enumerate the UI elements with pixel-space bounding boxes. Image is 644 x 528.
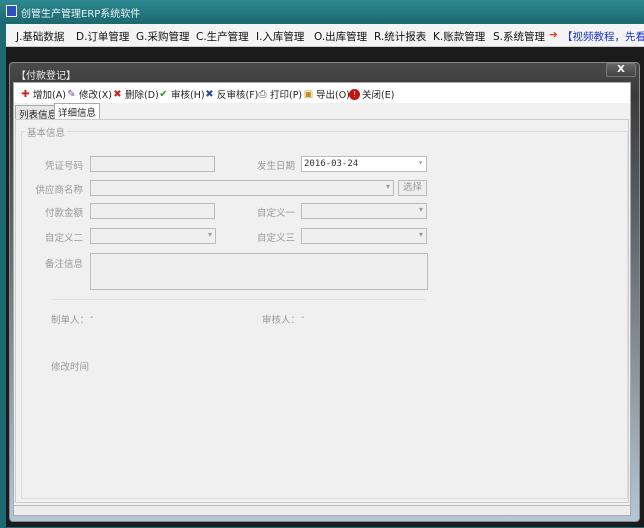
status-bar bbox=[14, 505, 630, 515]
custom2-select[interactable] bbox=[90, 228, 216, 244]
creator-label: 制单人： bbox=[51, 312, 89, 326]
menu-reports[interactable]: R.统计报表 bbox=[374, 29, 426, 44]
audit-label: 审核(H) bbox=[171, 87, 205, 101]
menu-video-tutorial[interactable]: 【视频教程，先看再 bbox=[562, 29, 644, 44]
app-icon bbox=[6, 5, 17, 17]
voucher-label: 凭证号码 bbox=[30, 158, 83, 172]
add-button[interactable]: ✚增加(A) bbox=[20, 87, 66, 101]
amount-label: 付款金额 bbox=[30, 205, 83, 219]
export-icon: ▣ bbox=[303, 89, 314, 100]
menu-bar: J.基础数据 D.订单管理 G.采购管理 C.生产管理 I.入库管理 O.出库管… bbox=[6, 24, 644, 47]
edit-label: 修改(X) bbox=[79, 87, 112, 101]
export-label: 导出(O) bbox=[316, 87, 350, 101]
modified-time-label: 修改时间 bbox=[51, 359, 89, 373]
delete-icon: ✖ bbox=[112, 89, 123, 100]
dialog-close-button[interactable]: X bbox=[606, 63, 636, 77]
add-label: 增加(A) bbox=[33, 87, 66, 101]
custom3-label: 自定义三 bbox=[250, 230, 295, 244]
menu-inbound[interactable]: I.入库管理 bbox=[256, 29, 304, 44]
close-label: 关闭(E) bbox=[362, 87, 394, 101]
close-icon: ! bbox=[349, 89, 360, 100]
custom1-select[interactable] bbox=[301, 203, 427, 219]
toolbar: ✚增加(A) ✎修改(X) ✖删除(D) ✔审核(H) ✖反审核(F) ⎙打印(… bbox=[14, 83, 630, 103]
delete-label: 删除(D) bbox=[125, 87, 159, 101]
print-icon: ⎙ bbox=[257, 89, 268, 100]
title-bar: 创管生产管理ERP系统软件 bbox=[0, 0, 644, 23]
dialog-title: 【付款登记】 bbox=[16, 67, 76, 82]
amount-input[interactable] bbox=[90, 203, 215, 219]
select-supplier-button[interactable]: 选择 bbox=[398, 180, 427, 196]
close-button[interactable]: !关闭(E) bbox=[349, 87, 394, 101]
uncheck-icon: ✖ bbox=[204, 89, 215, 100]
voucher-input[interactable] bbox=[90, 156, 215, 172]
unaudit-button[interactable]: ✖反审核(F) bbox=[204, 87, 258, 101]
menu-system[interactable]: S.系统管理 bbox=[493, 29, 545, 44]
auditor-label: 审核人： bbox=[262, 312, 300, 326]
arrow-icon: ➜ bbox=[549, 29, 558, 41]
date-label: 发生日期 bbox=[250, 158, 295, 172]
edit-icon: ✎ bbox=[66, 89, 77, 100]
auditor-value: - bbox=[301, 312, 304, 323]
tab-detail-info[interactable]: 详细信息 bbox=[54, 103, 100, 120]
custom3-select[interactable] bbox=[301, 228, 427, 244]
add-icon: ✚ bbox=[20, 89, 31, 100]
menu-production[interactable]: C.生产管理 bbox=[196, 29, 249, 44]
date-value: 2016-03-24 bbox=[304, 159, 358, 169]
menu-purchase[interactable]: G.采购管理 bbox=[136, 29, 189, 44]
menu-orders[interactable]: D.订单管理 bbox=[76, 29, 129, 44]
export-button[interactable]: ▣导出(O) bbox=[303, 87, 350, 101]
edit-button[interactable]: ✎修改(X) bbox=[66, 87, 112, 101]
date-picker[interactable]: 2016-03-24 bbox=[301, 156, 427, 172]
app-title: 创管生产管理ERP系统软件 bbox=[21, 5, 140, 20]
memo-textarea[interactable] bbox=[90, 253, 428, 290]
print-button[interactable]: ⎙打印(P) bbox=[257, 87, 302, 101]
custom2-label: 自定义二 bbox=[30, 230, 83, 244]
delete-button[interactable]: ✖删除(D) bbox=[112, 87, 159, 101]
print-label: 打印(P) bbox=[270, 87, 302, 101]
custom1-label: 自定义一 bbox=[250, 205, 295, 219]
unaudit-label: 反审核(F) bbox=[217, 87, 258, 101]
supplier-select[interactable] bbox=[90, 180, 394, 196]
creator-value: - bbox=[90, 312, 93, 323]
divider bbox=[51, 299, 426, 300]
audit-button[interactable]: ✔审核(H) bbox=[158, 87, 205, 101]
menu-basic-data[interactable]: J.基础数据 bbox=[16, 29, 64, 44]
memo-label: 备注信息 bbox=[30, 256, 83, 270]
group-title: 基本信息 bbox=[25, 125, 67, 139]
menu-outbound[interactable]: O.出库管理 bbox=[314, 29, 367, 44]
supplier-label: 供应商名称 bbox=[25, 182, 83, 196]
menu-accounts[interactable]: K.账款管理 bbox=[433, 29, 485, 44]
check-icon: ✔ bbox=[158, 89, 169, 100]
